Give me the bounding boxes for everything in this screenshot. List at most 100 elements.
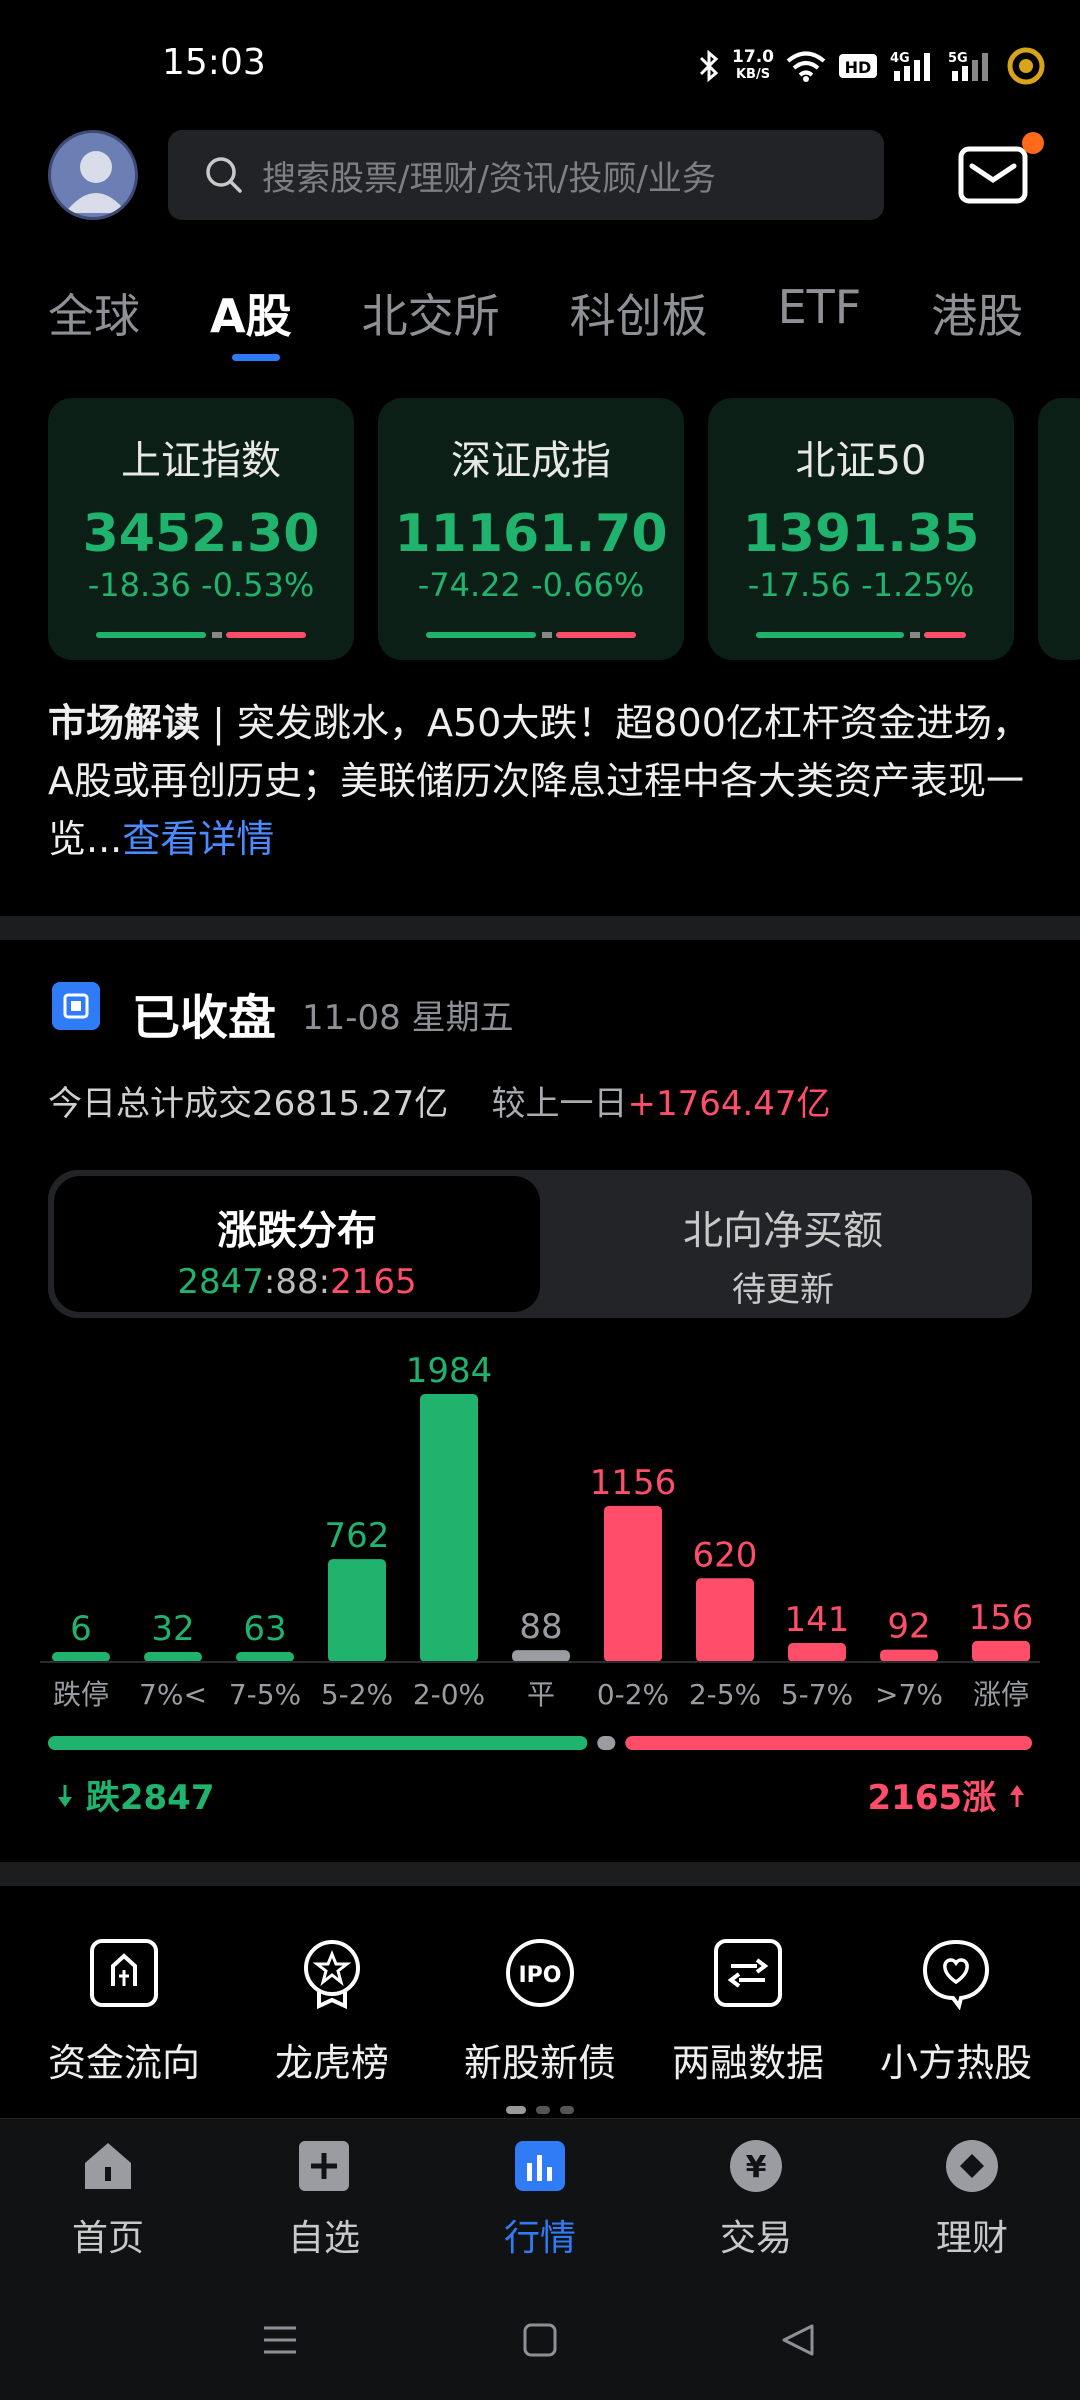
bar-9 [880, 1649, 938, 1662]
tab-a-share[interactable]: A股 [210, 280, 292, 360]
tab-hk[interactable]: 港股 [931, 280, 1023, 360]
svg-text:4G: 4G [890, 51, 910, 66]
watchlist-icon [299, 2141, 349, 2191]
nav-market[interactable]: 行情 [460, 2137, 620, 2288]
svg-text:IPO: IPO [518, 1963, 561, 1988]
home-button-icon[interactable] [522, 2322, 558, 2358]
segment-northbound[interactable]: 北向净买额 待更新 [540, 1176, 1026, 1312]
category-label: 5-7% [781, 1678, 853, 1711]
avatar[interactable] [48, 130, 138, 220]
search-input[interactable]: 搜索股票/理财/资讯/投顾/业务 [262, 151, 716, 200]
index-card-shanghai[interactable]: 上证指数 3452.30 -18.36 -0.53% [48, 398, 354, 660]
dragon-tiger-icon [304, 1940, 360, 2010]
bar-value-label: 88 [519, 1607, 562, 1647]
bar-8 [788, 1642, 846, 1662]
ratio-rise-segment [625, 1736, 1032, 1750]
menu-icon[interactable] [262, 2322, 298, 2358]
index-name: 深证成指 [451, 438, 611, 484]
bar-value-label: 32 [151, 1609, 194, 1649]
arrow-up-icon [1010, 1785, 1024, 1807]
tab-global[interactable]: 全球 [48, 280, 140, 360]
category-label: 跌停 [53, 1678, 109, 1711]
tab-star-market[interactable]: 科创板 [570, 280, 708, 360]
segment-rise-fall[interactable]: 涨跌分布 2847:88:2165 [54, 1176, 540, 1312]
index-change: -18.36 -0.53% [87, 566, 315, 604]
tool-ipo[interactable]: IPO 新股新债 [440, 1936, 640, 2087]
back-icon[interactable] [780, 2322, 816, 2358]
rise-count: 2165涨 [868, 1770, 1026, 1819]
search-icon [206, 157, 242, 193]
index-card-partial[interactable] [1038, 398, 1080, 660]
svg-text:HD: HD [845, 58, 872, 77]
bar-value-label: 141 [785, 1600, 850, 1640]
category-label: 2-0% [413, 1678, 485, 1711]
nav-home[interactable]: 首页 [28, 2137, 188, 2288]
status-time: 15:03 [162, 42, 266, 83]
search-bar[interactable]: 搜索股票/理财/资讯/投顾/业务 [168, 130, 884, 220]
market-commentary[interactable]: 市场解读 | 突发跳水，A50大跌！超800亿杠杆资金进场，A股或再创历史；美联… [48, 694, 1038, 868]
bar-2 [236, 1652, 294, 1662]
ipo-icon: IPO [506, 1939, 574, 2007]
nav-wealth[interactable]: 理财 [892, 2137, 1052, 2288]
turnover-summary: 今日总计成交26815.27亿 较上一日+1764.47亿 [48, 1084, 831, 1124]
home-icon [85, 2143, 131, 2189]
bar-value-label: 620 [693, 1535, 758, 1575]
rise-fall-ratio-bar [48, 1736, 1032, 1750]
market-icon [515, 2141, 565, 2191]
index-name: 上证指数 [121, 438, 281, 484]
index-card-bse50[interactable]: 北证50 1391.35 -17.56 -1.25% [708, 398, 1014, 660]
bar-value-label: 1984 [406, 1351, 493, 1391]
index-trend-bar [96, 632, 306, 638]
index-value: 3452.30 [82, 504, 320, 564]
bar-3 [328, 1559, 386, 1662]
category-label: 7-5% [229, 1678, 301, 1711]
signal-5g-icon: 5G [948, 51, 988, 81]
bar-value-label: 6 [70, 1609, 92, 1649]
status-icons: 17.0 KB/S HD 4G 5G [698, 44, 1046, 88]
signal-4g-icon: 4G [890, 51, 930, 81]
rise-fall-distribution-chart: 6 跌停 32 7%< 63 7-5% 762 5-2% 1984 2-0% 88 平 1156 0-2%… [40, 1351, 1040, 1711]
tool-fund-flow[interactable]: 资金流向 [24, 1936, 224, 2087]
nav-watchlist[interactable]: 自选 [244, 2137, 404, 2288]
tab-etf[interactable]: ETF [778, 280, 862, 360]
category-label: 2-5% [689, 1678, 761, 1711]
index-change: -17.56 -1.25% [747, 566, 975, 604]
index-trend-bar [756, 632, 966, 638]
user-icon [65, 151, 127, 213]
tool-hot-stock[interactable]: 小方热股 [856, 1936, 1056, 2087]
tool-dragon-tiger[interactable]: 龙虎榜 [232, 1936, 432, 2087]
net-speed: 17.0 KB/S [732, 47, 774, 83]
page-indicator [506, 2106, 574, 2114]
mail-icon[interactable] [958, 146, 1028, 204]
nav-trade[interactable]: ¥ 交易 [676, 2137, 836, 2288]
category-label: 5-2% [321, 1678, 393, 1711]
news-label: 市场解读 [48, 701, 201, 745]
view-details-link[interactable]: 查看详情 [122, 817, 274, 861]
bottom-navigation: 首页 自选 行情 ¥ 交易 理财 [0, 2118, 1080, 2288]
system-navigation-bar [0, 2288, 1080, 2400]
bar-value-label: 762 [325, 1516, 390, 1556]
ratio-fall-segment [48, 1736, 588, 1750]
tool-margin-data[interactable]: 两融数据 [648, 1936, 848, 2087]
category-label: 平 [527, 1678, 555, 1711]
wifi-icon [786, 51, 826, 82]
bar-5 [512, 1650, 570, 1662]
index-card-shenzhen[interactable]: 深证成指 11161.70 -74.22 -0.66% [378, 398, 684, 660]
bar-value-label: 63 [243, 1609, 286, 1649]
bar-6 [604, 1505, 662, 1662]
active-tab-indicator [232, 354, 280, 361]
wealth-icon [946, 2140, 998, 2192]
fall-count: 跌2847 [56, 1770, 214, 1819]
category-label: 7%< [139, 1678, 207, 1711]
category-label: 0-2% [597, 1678, 669, 1711]
index-trend-bar [426, 632, 636, 638]
tab-bse[interactable]: 北交所 [362, 280, 500, 360]
category-label: 涨停 [973, 1678, 1029, 1711]
bar-value-label: 1156 [590, 1463, 677, 1503]
market-tabs: 全球 A股 北交所 科创板 ETF 港股 [48, 280, 1080, 360]
index-name: 北证50 [795, 438, 927, 484]
market-closed-icon [52, 982, 100, 1030]
market-status-title: 已收盘 [132, 990, 277, 1046]
bar-10 [972, 1640, 1030, 1662]
svg-text:¥: ¥ [746, 2150, 767, 2185]
